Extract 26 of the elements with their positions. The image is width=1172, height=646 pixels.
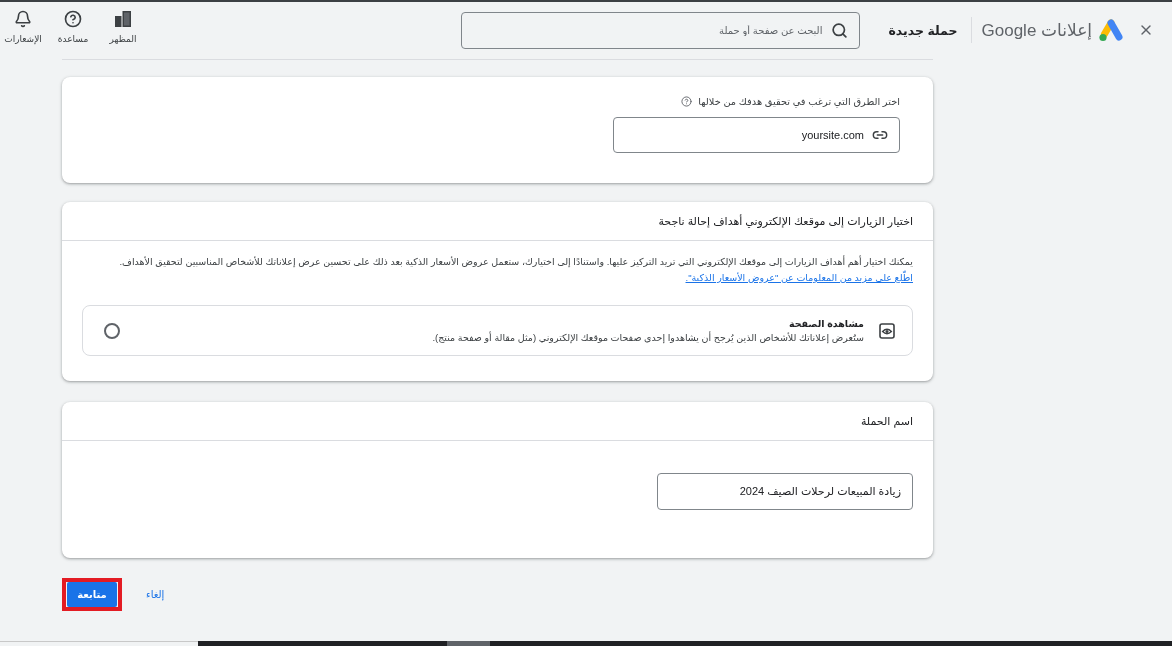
goal-option[interactable]: مشاهدة الصفحة ستُعرض إعلاناتك للأشخاص الذين يُرجح أن يشاهدوا إحدى صفحات موقعك الإلكتروني (مثل مقالة أو صفحة منتج).: [82, 305, 913, 356]
product-name: إعلانات Google: [981, 19, 1092, 41]
toolbar-button[interactable]: مساعدة: [50, 10, 96, 44]
option-title: مشاهدة الصفحة: [788, 318, 864, 329]
toolbar-button[interactable]: الإشعارات: [0, 10, 46, 44]
field-label: اختر الطرق التي ترغب في تحقيق هدفك من خلالها: [698, 95, 900, 107]
eye-icon: [879, 322, 895, 339]
url-field[interactable]: yoursite.com: [613, 117, 900, 153]
page-title: حملة جديدة: [888, 22, 958, 38]
description-text: يمكنك اختيار أهم أهداف الزيارات إلى موقعك الإلكتروني التي تريد التركيز عليها. واستنادًا إلى اختيارك، ستعمل عروض الأسعار الذكية بعد ذلك على تحسين عرض إعلاناتك للأشخاص المناسبين لتحقيق الأهداف. اطّلع على مزيد من المعلومات عن "عروض الأسعار الذكية".: [118, 254, 913, 285]
campaign-name-field[interactable]: زيادة المبيعات لرحلات الصيف 2024: [657, 473, 913, 510]
help-icon: [64, 10, 82, 28]
search-icon: [831, 21, 849, 39]
learn-more-link[interactable]: اطّلع على مزيد من المعلومات عن "عروض الأسعار الذكية".: [685, 272, 913, 283]
card-title: اسم الحملة: [860, 414, 913, 429]
logo-icon: [1098, 18, 1124, 42]
bell-icon: [14, 10, 32, 28]
horizontal-scrollbar[interactable]: [0, 641, 1172, 646]
cancel-button[interactable]: إلغاء: [143, 582, 168, 607]
card-title: اختيار الزيارات إلى موقعك الإلكتروني أهداف إحالة ناجحة: [658, 213, 913, 229]
option-description: ستُعرض إعلاناتك للأشخاص الذين يُرجح أن يشاهدوا إحدى صفحات موقعك الإلكتروني (مثل مقالة أو صفحة منتج).: [432, 332, 864, 343]
radio-button[interactable]: [104, 322, 120, 339]
help-icon[interactable]: [681, 95, 693, 107]
continue-button[interactable]: متابعة: [67, 582, 117, 607]
toolbar-button[interactable]: المظهر: [100, 10, 146, 44]
bar-chart-icon: [114, 10, 132, 28]
